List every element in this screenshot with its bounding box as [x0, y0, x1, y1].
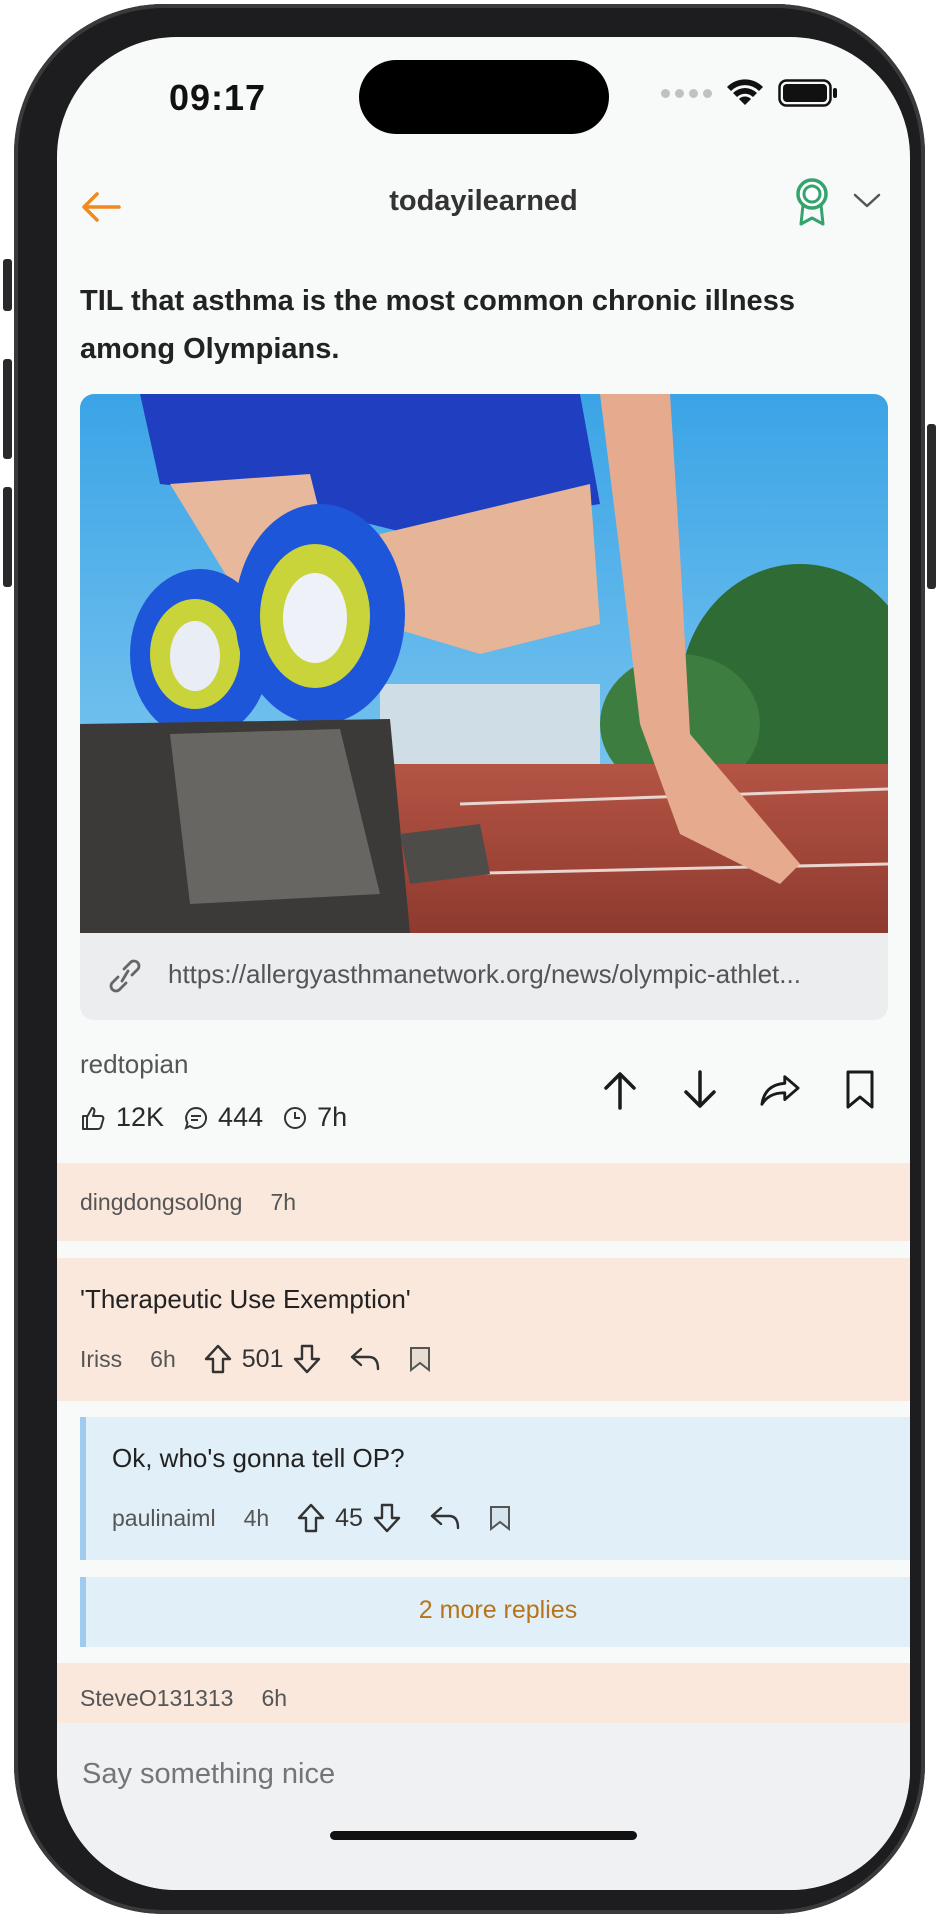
- comment-meta: dingdongsol0ng 7h: [80, 1189, 296, 1216]
- comment-age: 6h: [150, 1345, 176, 1372]
- comment-age: 7h: [270, 1189, 297, 1215]
- bookmark-icon: [846, 1070, 874, 1109]
- bookmark-icon[interactable]: [489, 1505, 511, 1531]
- mute-switch: [3, 259, 12, 311]
- home-indicator[interactable]: [330, 1831, 637, 1840]
- post-author[interactable]: redtopian: [80, 1049, 188, 1080]
- post-age: 7h: [317, 1102, 348, 1132]
- save-button[interactable]: [840, 1067, 880, 1113]
- comment-text: Ok, who's gonna tell OP?: [112, 1443, 405, 1473]
- status-time: 09:17: [169, 77, 267, 118]
- comment-input[interactable]: [80, 1757, 864, 1792]
- link-url[interactable]: https://allergyasthmanetwork.org/news/ol…: [168, 959, 858, 990]
- subreddit-title[interactable]: todayilearned: [57, 185, 910, 218]
- phone-frame: 09:17 todayilearned TIL that asthma is t…: [3, 4, 936, 1914]
- post-stats: 12K 444 7h: [80, 1102, 367, 1133]
- comment-age: 4h: [243, 1504, 270, 1531]
- comment-score: 45: [335, 1503, 363, 1532]
- comment-meta: SteveO131313 6h: [80, 1685, 287, 1712]
- award-ribbon-icon[interactable]: [792, 177, 832, 227]
- more-replies-label: 2 more replies: [418, 1596, 578, 1624]
- comments-count: 444: [218, 1102, 264, 1132]
- signal-dots-icon: [661, 88, 712, 98]
- comment-meta: paulinaiml 4h 45: [112, 1503, 511, 1533]
- share-arrow-icon: [760, 1075, 800, 1106]
- comment-text: 'Therapeutic Use Exemption': [80, 1284, 411, 1314]
- post-header: todayilearned: [57, 167, 910, 237]
- comment-age: 6h: [261, 1685, 288, 1711]
- chevron-down-icon[interactable]: [852, 191, 882, 211]
- more-replies-button[interactable]: 2 more replies: [80, 1577, 910, 1647]
- comments-stat: 444: [184, 1102, 263, 1133]
- link-preview-bar[interactable]: https://allergyasthmanetwork.org/news/ol…: [80, 933, 888, 1020]
- arrow-down-icon: [684, 1070, 716, 1108]
- downvote-outline-icon[interactable]: [293, 1344, 321, 1374]
- comment-bubble-icon: [184, 1106, 208, 1130]
- likes-count: 12K: [116, 1102, 165, 1132]
- age-stat: 7h: [283, 1102, 347, 1133]
- comment[interactable]: 'Therapeutic Use Exemption' Iriss 6h 501: [57, 1258, 910, 1401]
- comment-score: 501: [241, 1344, 284, 1373]
- sprinter-image: [80, 394, 888, 933]
- reply-icon[interactable]: [349, 1346, 381, 1372]
- link-icon: [109, 959, 141, 993]
- downvote-outline-icon[interactable]: [373, 1503, 401, 1533]
- status-icons: [661, 79, 838, 107]
- likes-stat: 12K: [80, 1102, 164, 1133]
- comment-author[interactable]: dingdongsol0ng: [80, 1189, 242, 1216]
- upvote-button[interactable]: [600, 1067, 640, 1113]
- comment-author[interactable]: paulinaiml: [112, 1505, 216, 1532]
- comment-collapsed[interactable]: SteveO131313 6h: [57, 1663, 910, 1723]
- comment-author[interactable]: Iriss: [80, 1346, 122, 1373]
- volume-down-button: [3, 487, 12, 587]
- reply-icon[interactable]: [429, 1505, 461, 1531]
- comment-meta: Iriss 6h 501: [80, 1344, 431, 1374]
- comment-reply[interactable]: Ok, who's gonna tell OP? paulinaiml 4h 4…: [80, 1417, 910, 1560]
- clock-icon: [284, 1106, 307, 1129]
- dynamic-island: [359, 60, 609, 134]
- screen: 09:17 todayilearned TIL that asthma is t…: [57, 37, 910, 1890]
- post-image[interactable]: [80, 394, 888, 933]
- comment-vote: 45: [297, 1503, 401, 1533]
- post-title[interactable]: TIL that asthma is the most common chron…: [80, 277, 860, 373]
- arrow-up-icon: [604, 1072, 636, 1110]
- upvote-outline-icon[interactable]: [297, 1503, 325, 1533]
- upvote-outline-icon[interactable]: [204, 1344, 232, 1374]
- downvote-button[interactable]: [680, 1067, 720, 1113]
- battery-icon: [778, 79, 837, 107]
- comment-vote: 501: [204, 1344, 322, 1374]
- post-actions: [600, 1067, 880, 1113]
- thumbs-up-icon: [82, 1106, 105, 1130]
- comment-collapsed[interactable]: dingdongsol0ng 7h: [57, 1163, 910, 1241]
- volume-up-button: [3, 359, 12, 459]
- wifi-icon: [727, 79, 763, 105]
- comment-author[interactable]: SteveO131313: [80, 1685, 233, 1712]
- share-button[interactable]: [760, 1067, 800, 1113]
- bookmark-icon[interactable]: [409, 1346, 431, 1372]
- comment-composer: [57, 1723, 910, 1890]
- power-button: [927, 424, 936, 589]
